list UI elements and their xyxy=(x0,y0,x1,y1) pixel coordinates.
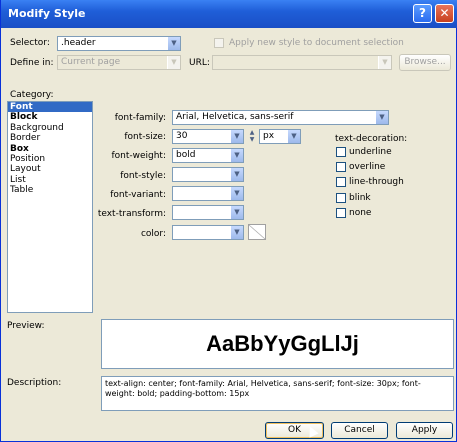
define-in-label: Define in: xyxy=(10,58,54,68)
preview-box: AaBbYyGgLlJj xyxy=(101,319,454,369)
overline-label: overline xyxy=(349,162,386,172)
font-size-label: font-size: xyxy=(124,132,166,142)
define-in-combo[interactable]: Current page ▼ xyxy=(57,55,181,70)
none-label: none xyxy=(349,208,372,218)
font-size-value: 30 xyxy=(176,131,188,141)
blink-label: blink xyxy=(349,193,371,203)
category-item-list[interactable]: List xyxy=(8,175,92,185)
font-weight-combo[interactable]: bold ▼ xyxy=(172,148,244,163)
chevron-down-icon[interactable]: ▼ xyxy=(230,206,243,219)
selector-label: Selector: xyxy=(10,38,50,48)
underline-checkbox[interactable] xyxy=(336,147,346,157)
overline-checkbox[interactable] xyxy=(336,162,346,172)
chevron-down-icon[interactable]: ▼ xyxy=(230,168,243,181)
chevron-down-icon[interactable]: ▼ xyxy=(230,187,243,200)
font-family-label: font-family: xyxy=(114,113,166,123)
font-variant-combo[interactable]: ▼ xyxy=(172,186,244,201)
chevron-down-icon[interactable]: ▼ xyxy=(230,130,243,143)
modify-style-dialog: Modify Style ? ✕ Selector: .header ▼ App… xyxy=(0,0,457,442)
chevron-down-icon[interactable]: ▼ xyxy=(375,111,388,124)
none-checkbox[interactable] xyxy=(336,208,346,218)
font-style-label: font-style: xyxy=(120,171,166,181)
category-item-font[interactable]: Font xyxy=(8,102,92,113)
description-box: text-align: center; font-family: Arial, … xyxy=(101,376,454,411)
define-in-value: Current page xyxy=(61,57,121,67)
font-size-unit-value: px xyxy=(263,131,275,141)
apply-button[interactable]: Apply xyxy=(396,422,453,439)
chevron-down-icon[interactable]: ▼ xyxy=(378,56,391,69)
color-combo[interactable]: ▼ xyxy=(172,225,244,240)
category-item-box[interactable]: Box xyxy=(8,144,92,154)
line-through-label: line-through xyxy=(349,177,404,187)
selector-combo[interactable]: .header ▼ xyxy=(57,36,181,51)
help-icon[interactable]: ? xyxy=(413,4,432,23)
font-size-spinner[interactable]: ▲ ▼ xyxy=(247,129,257,144)
cancel-button[interactable]: Cancel xyxy=(331,422,388,439)
apply-new-style-checkbox[interactable] xyxy=(214,38,224,48)
description-label: Description: xyxy=(7,378,62,388)
font-size-combo[interactable]: 30 ▼ xyxy=(172,129,244,144)
color-label: color: xyxy=(140,229,166,239)
font-variant-label: font-variant: xyxy=(110,190,166,200)
font-weight-value: bold xyxy=(176,150,196,160)
selector-value: .header xyxy=(61,38,96,48)
font-style-combo[interactable]: ▼ xyxy=(172,167,244,182)
category-item-background[interactable]: Background xyxy=(8,123,92,133)
category-list[interactable]: Font Block Background Border Box Positio… xyxy=(7,101,93,313)
text-transform-combo[interactable]: ▼ xyxy=(172,205,244,220)
font-family-combo[interactable]: Arial, Helvetica, sans-serif ▼ xyxy=(172,110,389,125)
underline-label: underline xyxy=(349,147,392,157)
chevron-down-icon[interactable]: ▼ xyxy=(230,226,243,239)
category-item-border[interactable]: Border xyxy=(8,133,92,143)
text-transform-label: text-transform: xyxy=(97,209,166,219)
close-icon[interactable]: ✕ xyxy=(435,4,454,23)
category-item-position[interactable]: Position xyxy=(8,154,92,164)
preview-label: Preview: xyxy=(7,321,45,331)
line-through-checkbox[interactable] xyxy=(336,177,346,187)
color-picker-swatch[interactable] xyxy=(248,224,266,240)
preview-sample: AaBbYyGgLlJj xyxy=(206,331,359,356)
apply-new-style-label: Apply new style to document selection xyxy=(229,38,404,48)
url-combo[interactable]: ▼ xyxy=(212,55,392,70)
text-decoration-label: text-decoration: xyxy=(335,134,408,144)
category-item-table[interactable]: Table xyxy=(8,185,92,195)
font-weight-label: font-weight: xyxy=(111,151,166,161)
chevron-down-icon[interactable]: ▼ xyxy=(230,149,243,162)
window-title: Modify Style xyxy=(8,7,86,20)
blink-checkbox[interactable] xyxy=(336,193,346,203)
chevron-down-icon[interactable]: ▼ xyxy=(167,37,180,50)
category-item-block[interactable]: Block xyxy=(8,112,92,122)
font-size-unit-combo[interactable]: px ▼ xyxy=(259,129,301,144)
browse-button[interactable]: Browse... xyxy=(399,54,451,71)
url-label: URL: xyxy=(189,58,210,68)
category-item-layout[interactable]: Layout xyxy=(8,164,92,174)
description-text: text-align: center; font-family: Arial, … xyxy=(105,379,421,398)
font-family-value: Arial, Helvetica, sans-serif xyxy=(176,112,294,122)
category-label: Category: xyxy=(10,90,54,100)
title-bar: Modify Style ? ✕ xyxy=(1,0,457,28)
chevron-down-icon[interactable]: ▼ xyxy=(167,56,180,69)
chevron-down-icon[interactable]: ▼ xyxy=(287,130,300,143)
